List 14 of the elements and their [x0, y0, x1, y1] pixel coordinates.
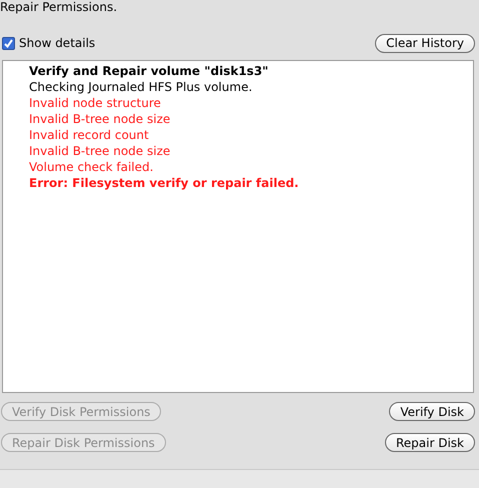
log-line: Verify and Repair volume "disk1s3" — [29, 63, 270, 79]
action-button[interactable]: Repair Disk — [384, 433, 475, 452]
action-button[interactable]: Verify Disk — [389, 402, 475, 421]
show-details-checkbox[interactable]: Show details — [0, 36, 96, 50]
log-line: Invalid B-tree node size — [29, 143, 172, 159]
log-line: Error: Filesystem verify or repair failed. — [29, 175, 300, 191]
log-line: Invalid B-tree node size — [29, 111, 172, 127]
log-line: Volume check failed. — [29, 159, 154, 175]
clear-history-button[interactable]: Clear History — [375, 34, 475, 52]
log-line: Invalid node structure — [29, 95, 162, 111]
log-line: Checking Journaled HFS Plus volume. — [29, 79, 254, 95]
log-line: Invalid record count — [29, 127, 150, 143]
intro-text: Repair Permissions. — [0, 0, 118, 14]
checkmark-icon — [4, 38, 13, 48]
